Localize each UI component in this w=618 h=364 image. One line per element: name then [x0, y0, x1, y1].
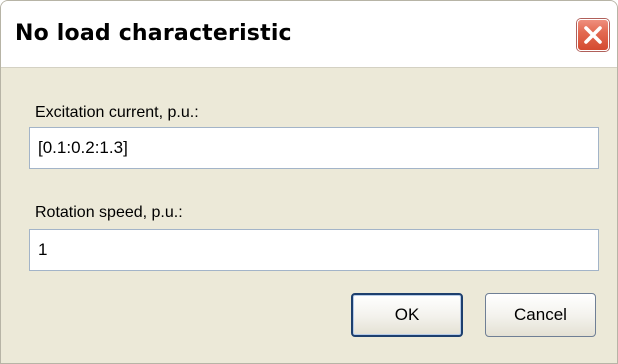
excitation-current-input[interactable] — [29, 127, 599, 169]
ok-button[interactable]: OK — [351, 293, 463, 337]
title-bar: No load characteristic — [1, 1, 617, 68]
close-icon — [584, 26, 602, 44]
cancel-button[interactable]: Cancel — [485, 293, 596, 337]
rotation-speed-label: Rotation speed, p.u.: — [35, 204, 183, 221]
rotation-speed-input[interactable] — [29, 229, 599, 271]
ok-button-label: OK — [394, 305, 420, 324]
close-button[interactable] — [577, 19, 609, 51]
cancel-button-label: Cancel — [514, 305, 567, 324]
dialog-title: No load characteristic — [15, 21, 292, 46]
excitation-current-label: Excitation current, p.u.: — [35, 104, 199, 121]
no-load-characteristic-dialog: No load characteristic Excitation curren… — [0, 0, 618, 364]
